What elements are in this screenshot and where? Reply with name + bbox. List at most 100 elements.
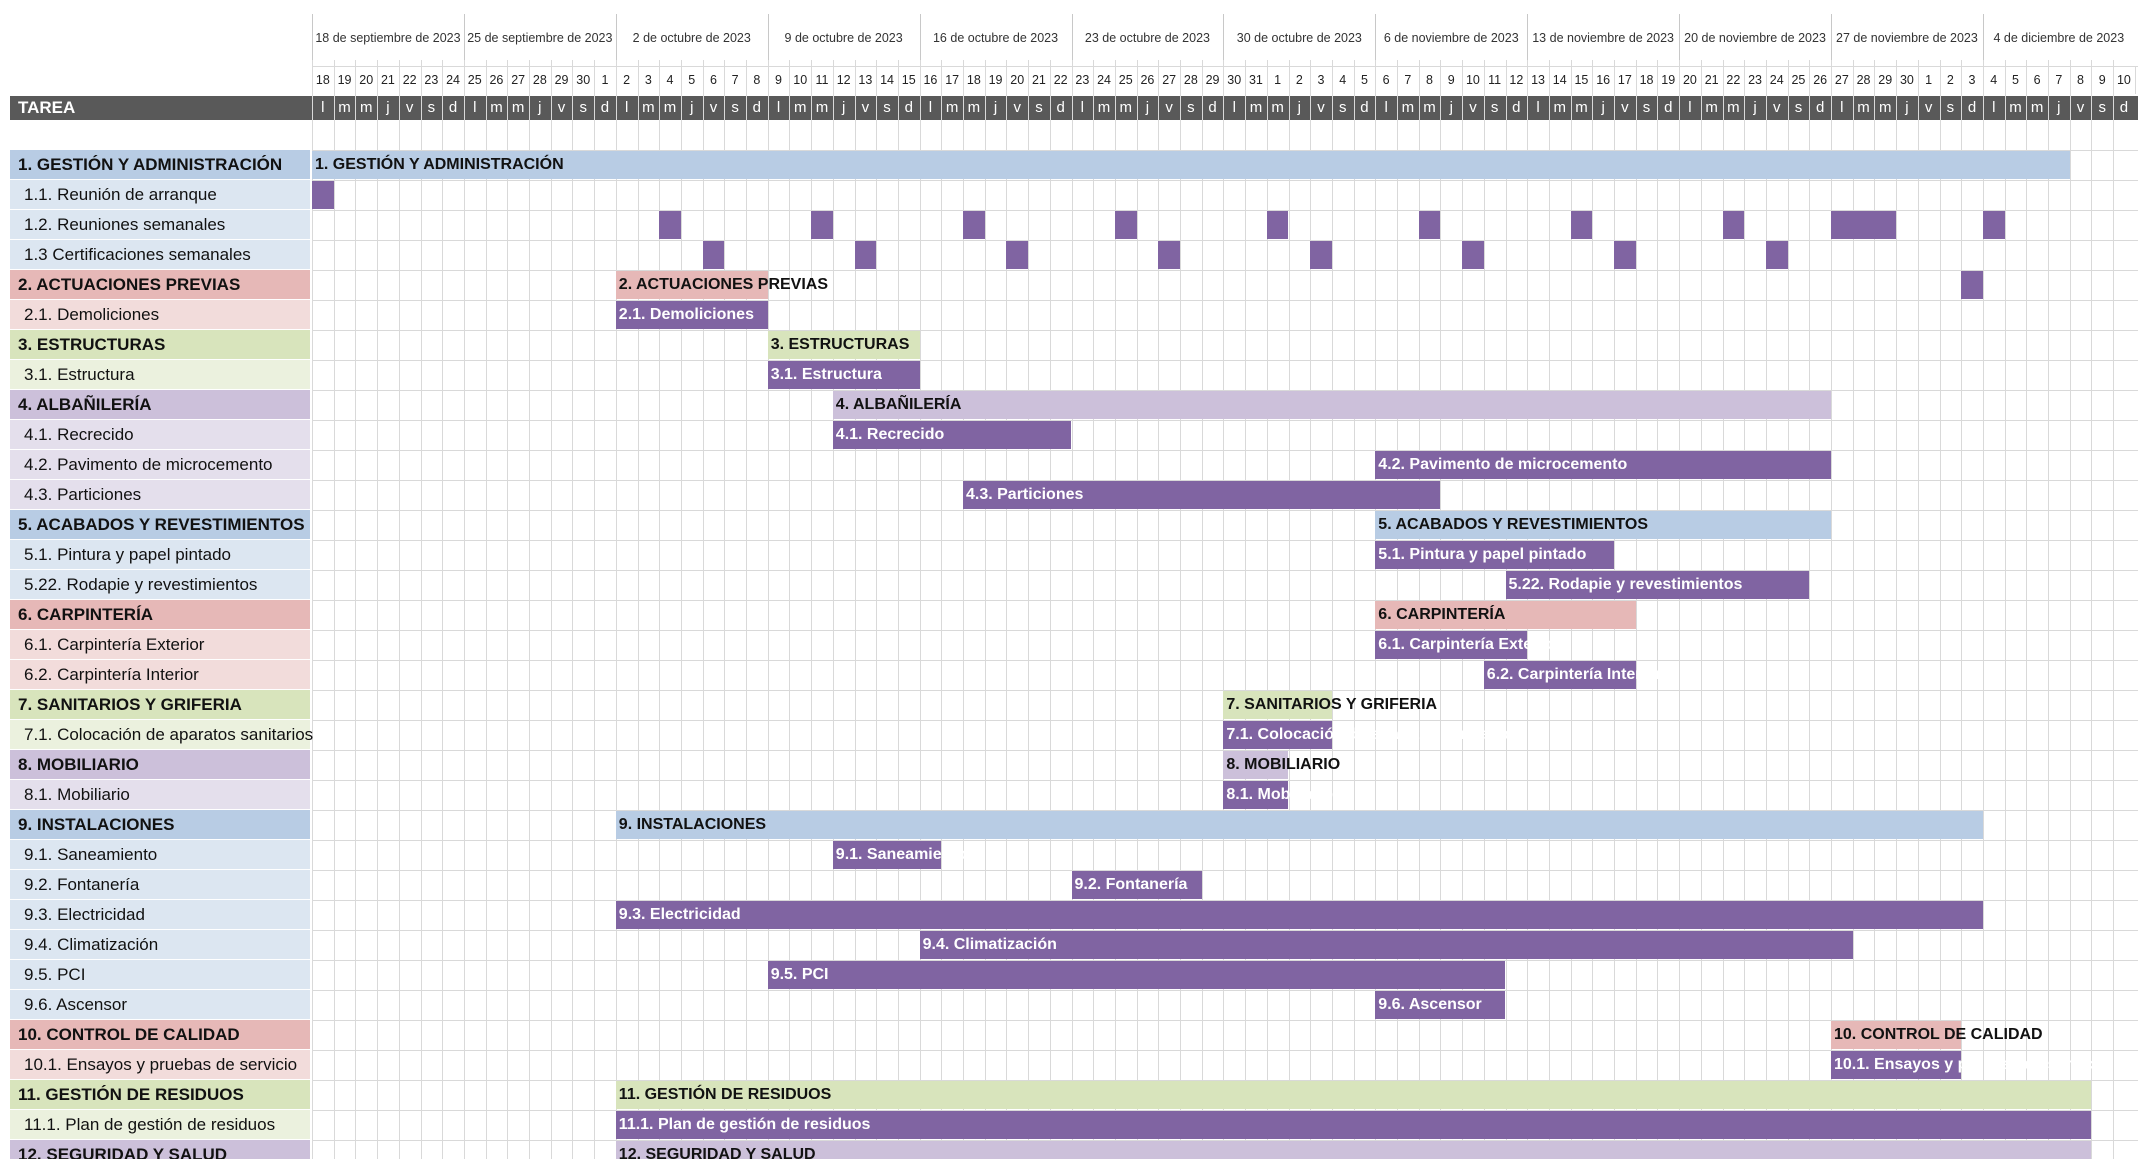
task-bar[interactable]: 5.22. Rodapie y revestimientos <box>1505 571 1810 599</box>
task-bar[interactable]: 9.4. Climatización <box>919 931 1853 959</box>
phase-bar[interactable]: 6. CARPINTERÍA <box>1375 601 1636 629</box>
milestone-marker[interactable] <box>1765 241 1788 269</box>
task-label[interactable]: 8.1. Mobiliario <box>10 780 310 810</box>
phase-label[interactable]: 3. ESTRUCTURAS <box>10 330 310 360</box>
task-bar[interactable]: 9.3. Electricidad <box>615 901 1983 929</box>
milestone-marker[interactable] <box>1006 241 1029 269</box>
milestone-marker[interactable] <box>1722 211 1745 239</box>
day-letter: d <box>752 99 762 116</box>
task-label[interactable]: 5.22. Rodapie y revestimientos <box>10 570 310 600</box>
phase-label[interactable]: 4. ALBAÑILERÍA <box>10 390 310 420</box>
task-label[interactable]: 9.1. Saneamiento <box>10 840 310 870</box>
task-bar[interactable]: 8.1. Mobiliario <box>1223 781 1333 809</box>
milestone-marker[interactable] <box>854 241 877 269</box>
phase-bar[interactable]: 10. CONTROL DE CALIDAD <box>1831 1021 2043 1049</box>
phase-label[interactable]: 9. INSTALACIONES <box>10 810 310 840</box>
task-bar[interactable]: 10.1. Ensayos y pruebas de servicio <box>1831 1051 2108 1079</box>
task-label[interactable]: 9.6. Ascensor <box>10 990 310 1020</box>
task-label[interactable]: 9.4. Climatización <box>10 930 310 960</box>
milestone-marker[interactable] <box>1266 211 1289 239</box>
phase-bar[interactable]: 11. GESTIÓN DE RESIDUOS <box>615 1081 2092 1109</box>
phase-bar[interactable]: 2. ACTUACIONES PREVIAS <box>615 271 828 299</box>
task-bar[interactable]: 9.2. Fontanería <box>1071 871 1202 899</box>
grid-vline <box>1158 60 1160 1159</box>
milestone-marker[interactable] <box>1982 211 2005 239</box>
task-bar[interactable]: 4.2. Pavimento de microcemento <box>1375 451 1831 479</box>
milestone-marker[interactable] <box>1114 211 1137 239</box>
task-label[interactable]: 1.3 Certificaciones semanales <box>10 240 310 270</box>
grid-vline-top <box>1874 66 1876 94</box>
phase-bar[interactable]: 1. GESTIÓN Y ADMINISTRACIÓN <box>312 151 2070 179</box>
phase-bar[interactable]: 3. ESTRUCTURAS <box>767 331 920 359</box>
phase-label[interactable]: 5. ACABADOS Y REVESTIMIENTOS <box>10 510 310 540</box>
day-letter: v <box>405 99 414 116</box>
grid-vline-top <box>333 66 335 94</box>
milestone-marker[interactable] <box>659 211 681 239</box>
task-bar[interactable]: 2.1. Demoliciones <box>615 301 768 329</box>
grid-vline-top <box>442 66 444 94</box>
task-bar[interactable]: 7.1. Colocación de aparatos sanitarios <box>1223 721 1518 749</box>
task-label[interactable]: 4.3. Particiones <box>10 480 310 510</box>
phase-label[interactable]: 12. SEGURIDAD Y SALUD <box>10 1140 310 1159</box>
task-bar[interactable]: 9.5. PCI <box>767 961 1506 989</box>
grid-vline <box>377 60 379 1159</box>
phase-label[interactable]: 11. GESTIÓN DE RESIDUOS <box>10 1080 310 1110</box>
task-label[interactable]: 10.1. Ensayos y pruebas de servicio <box>10 1050 310 1080</box>
task-label[interactable]: 1.2. Reuniones semanales <box>10 210 310 240</box>
task-label[interactable]: 9.2. Fontanería <box>10 870 310 900</box>
grid-vline-top <box>1917 66 1919 94</box>
grid-vline-top <box>1071 66 1073 94</box>
grid-vline <box>485 60 487 1159</box>
phase-bar[interactable]: 5. ACABADOS Y REVESTIMIENTOS <box>1375 511 1831 539</box>
phase-bar[interactable]: 12. SEGURIDAD Y SALUD <box>615 1141 2092 1159</box>
task-label[interactable]: 6.2. Carpintería Interior <box>10 660 310 690</box>
day-letter: m <box>2030 99 2044 116</box>
milestone-marker[interactable] <box>1831 211 1897 239</box>
task-label[interactable]: 4.1. Recrecido <box>10 420 310 450</box>
milestone-marker[interactable] <box>1310 241 1332 269</box>
phase-label[interactable]: 6. CARPINTERÍA <box>10 600 310 630</box>
task-bar[interactable]: 6.2. Carpintería Interior <box>1483 661 1662 689</box>
task-bar[interactable]: 4.3. Particiones <box>963 481 1441 509</box>
task-bar[interactable]: 4.1. Recrecido <box>832 421 1072 449</box>
milestone-marker[interactable] <box>702 241 725 269</box>
milestone-marker[interactable] <box>1961 271 1983 299</box>
task-bar[interactable]: 9.6. Ascensor <box>1375 991 1506 1019</box>
task-bar[interactable]: 6.1. Carpintería Exterior <box>1375 631 1559 659</box>
day-letter: m <box>490 99 503 116</box>
phase-bar[interactable]: 8. MOBILIARIO <box>1223 751 1340 779</box>
task-label[interactable]: 3.1. Estructura <box>10 360 310 390</box>
phase-label[interactable]: 1. GESTIÓN Y ADMINISTRACIÓN <box>10 150 310 180</box>
milestone-marker[interactable] <box>1158 241 1180 269</box>
task-label[interactable]: 2.1. Demoliciones <box>10 300 310 330</box>
task-label[interactable]: 11.1. Plan de gestión de residuos <box>10 1110 310 1140</box>
milestone-marker[interactable] <box>312 181 334 209</box>
milestone-marker[interactable] <box>1418 211 1441 239</box>
task-label[interactable]: 1.1. Reunión de arranque <box>10 180 310 210</box>
milestone-marker[interactable] <box>811 211 833 239</box>
task-label[interactable]: 6.1. Carpintería Exterior <box>10 630 310 660</box>
task-label[interactable]: 4.2. Pavimento de microcemento <box>10 450 310 480</box>
phase-bar[interactable]: 9. INSTALACIONES <box>615 811 1983 839</box>
phase-bar[interactable]: 4. ALBAÑILERÍA <box>832 391 1831 419</box>
task-label[interactable]: 7.1. Colocación de aparatos sanitarios <box>10 720 313 750</box>
milestone-marker[interactable] <box>963 211 985 239</box>
grid-vline-top <box>1483 66 1485 94</box>
task-label[interactable]: 5.1. Pintura y papel pintado <box>10 540 310 570</box>
task-bar[interactable]: 5.1. Pintura y papel pintado <box>1375 541 1614 569</box>
phase-label[interactable]: 8. MOBILIARIO <box>10 750 310 780</box>
task-label[interactable]: 9.3. Electricidad <box>10 900 310 930</box>
task-label[interactable]: 9.5. PCI <box>10 960 310 990</box>
milestone-marker[interactable] <box>1462 241 1484 269</box>
phase-label[interactable]: 7. SANITARIOS Y GRIFERIA <box>10 690 310 720</box>
task-bar[interactable]: 11.1. Plan de gestión de residuos <box>615 1111 2092 1139</box>
task-bar[interactable]: 9.1. Saneamiento <box>832 841 967 869</box>
day-number: 6 <box>709 73 717 87</box>
phase-label[interactable]: 10. CONTROL DE CALIDAD <box>10 1020 310 1050</box>
phase-label[interactable]: 2. ACTUACIONES PREVIAS <box>10 270 310 300</box>
milestone-marker[interactable] <box>1570 211 1593 239</box>
task-column-title: TAREA <box>18 98 76 117</box>
task-bar[interactable]: 3.1. Estructura <box>767 361 920 389</box>
milestone-marker[interactable] <box>1614 241 1636 269</box>
phase-bar[interactable]: 7. SANITARIOS Y GRIFERIA <box>1223 691 1437 719</box>
